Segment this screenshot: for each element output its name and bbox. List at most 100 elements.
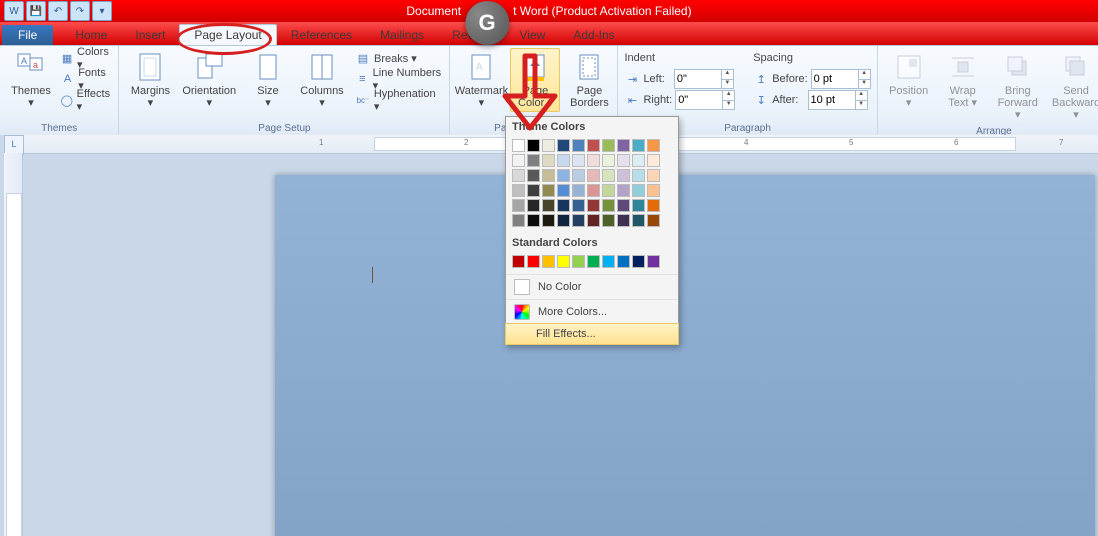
document-page[interactable] bbox=[275, 175, 1095, 536]
breaks-button[interactable]: ▤Breaks ▾ bbox=[355, 48, 443, 68]
color-swatch[interactable] bbox=[542, 154, 555, 167]
color-swatch[interactable] bbox=[572, 154, 585, 167]
tab-file[interactable]: File bbox=[2, 25, 53, 45]
color-swatch[interactable] bbox=[527, 139, 540, 152]
color-swatch[interactable] bbox=[527, 169, 540, 182]
color-swatch[interactable] bbox=[557, 255, 570, 268]
color-swatch[interactable] bbox=[512, 139, 525, 152]
theme-colors-button[interactable]: ▦Colors ▾ bbox=[60, 48, 112, 68]
color-swatch[interactable] bbox=[632, 184, 645, 197]
margins-button[interactable]: Margins▾ bbox=[125, 48, 175, 112]
color-swatch[interactable] bbox=[572, 139, 585, 152]
color-swatch[interactable] bbox=[572, 255, 585, 268]
color-swatch[interactable] bbox=[632, 255, 645, 268]
orientation-button[interactable]: Orientation▾ bbox=[179, 48, 239, 112]
watermark-button[interactable]: AWatermark▾ bbox=[456, 48, 506, 112]
spacing-before-input[interactable]: ▲▼ bbox=[811, 69, 871, 89]
color-swatch[interactable] bbox=[587, 154, 600, 167]
color-swatch[interactable] bbox=[587, 169, 600, 182]
color-swatch[interactable] bbox=[527, 255, 540, 268]
theme-effects-button[interactable]: ◯Effects ▾ bbox=[60, 90, 112, 110]
color-swatch[interactable] bbox=[617, 255, 630, 268]
page-borders-button[interactable]: Page Borders bbox=[564, 48, 614, 112]
color-swatch[interactable] bbox=[557, 184, 570, 197]
color-swatch[interactable] bbox=[647, 184, 660, 197]
app-icon[interactable]: W bbox=[4, 1, 24, 21]
indent-left-input[interactable]: ▲▼ bbox=[674, 69, 734, 89]
color-swatch[interactable] bbox=[572, 169, 585, 182]
color-swatch[interactable] bbox=[557, 139, 570, 152]
no-color-item[interactable]: No Color bbox=[506, 274, 678, 299]
color-swatch[interactable] bbox=[557, 154, 570, 167]
hyphenation-button[interactable]: bc⁻Hyphenation ▾ bbox=[355, 90, 443, 110]
color-swatch[interactable] bbox=[557, 169, 570, 182]
color-swatch[interactable] bbox=[572, 214, 585, 227]
color-swatch[interactable] bbox=[527, 199, 540, 212]
size-button[interactable]: Size▾ bbox=[243, 48, 293, 112]
color-swatch[interactable] bbox=[572, 184, 585, 197]
color-swatch[interactable] bbox=[617, 214, 630, 227]
color-swatch[interactable] bbox=[512, 255, 525, 268]
qat-customize-icon[interactable]: ▾ bbox=[92, 1, 112, 21]
color-swatch[interactable] bbox=[542, 199, 555, 212]
line-numbers-button[interactable]: ≡Line Numbers ▾ bbox=[355, 69, 443, 89]
color-swatch[interactable] bbox=[602, 199, 615, 212]
color-swatch[interactable] bbox=[557, 199, 570, 212]
tab-selector[interactable]: L bbox=[4, 135, 24, 155]
tab-references[interactable]: References bbox=[277, 25, 366, 45]
color-swatch[interactable] bbox=[617, 199, 630, 212]
color-swatch[interactable] bbox=[587, 139, 600, 152]
color-swatch[interactable] bbox=[587, 255, 600, 268]
color-swatch[interactable] bbox=[542, 139, 555, 152]
color-swatch[interactable] bbox=[617, 169, 630, 182]
grammarly-badge-icon[interactable]: G bbox=[465, 1, 509, 45]
color-swatch[interactable] bbox=[632, 154, 645, 167]
undo-icon[interactable]: ↶ bbox=[48, 1, 68, 21]
columns-button[interactable]: Columns▾ bbox=[297, 48, 347, 112]
color-swatch[interactable] bbox=[647, 139, 660, 152]
color-swatch[interactable] bbox=[542, 169, 555, 182]
color-swatch[interactable] bbox=[602, 184, 615, 197]
save-icon[interactable]: 💾 bbox=[26, 1, 46, 21]
theme-fonts-button[interactable]: AFonts ▾ bbox=[60, 69, 112, 89]
tab-home[interactable]: Home bbox=[61, 25, 121, 45]
color-swatch[interactable] bbox=[602, 214, 615, 227]
color-swatch[interactable] bbox=[617, 154, 630, 167]
spacing-after-input[interactable]: ▲▼ bbox=[808, 90, 868, 110]
color-swatch[interactable] bbox=[602, 154, 615, 167]
themes-button[interactable]: Aa Themes▾ bbox=[6, 48, 56, 112]
color-swatch[interactable] bbox=[587, 214, 600, 227]
color-swatch[interactable] bbox=[527, 154, 540, 167]
color-swatch[interactable] bbox=[602, 139, 615, 152]
color-swatch[interactable] bbox=[512, 184, 525, 197]
color-swatch[interactable] bbox=[542, 255, 555, 268]
color-swatch[interactable] bbox=[647, 169, 660, 182]
page-color-button[interactable]: Page Color ▾ bbox=[510, 48, 560, 112]
indent-right-input[interactable]: ▲▼ bbox=[675, 90, 735, 110]
color-swatch[interactable] bbox=[647, 255, 660, 268]
color-swatch[interactable] bbox=[557, 214, 570, 227]
color-swatch[interactable] bbox=[572, 199, 585, 212]
color-swatch[interactable] bbox=[542, 184, 555, 197]
more-colors-item[interactable]: More Colors... bbox=[506, 299, 678, 324]
color-swatch[interactable] bbox=[617, 184, 630, 197]
color-swatch[interactable] bbox=[542, 214, 555, 227]
color-swatch[interactable] bbox=[647, 214, 660, 227]
tab-insert[interactable]: Insert bbox=[121, 25, 179, 45]
color-swatch[interactable] bbox=[647, 199, 660, 212]
color-swatch[interactable] bbox=[527, 214, 540, 227]
color-swatch[interactable] bbox=[512, 214, 525, 227]
color-swatch[interactable] bbox=[587, 184, 600, 197]
color-swatch[interactable] bbox=[602, 169, 615, 182]
fill-effects-item[interactable]: Fill Effects... bbox=[505, 323, 679, 345]
color-swatch[interactable] bbox=[632, 139, 645, 152]
color-swatch[interactable] bbox=[632, 199, 645, 212]
color-swatch[interactable] bbox=[527, 184, 540, 197]
color-swatch[interactable] bbox=[602, 255, 615, 268]
color-swatch[interactable] bbox=[632, 169, 645, 182]
color-swatch[interactable] bbox=[587, 199, 600, 212]
color-swatch[interactable] bbox=[632, 214, 645, 227]
tab-page-layout[interactable]: Page Layout bbox=[179, 24, 276, 45]
color-swatch[interactable] bbox=[617, 139, 630, 152]
redo-icon[interactable]: ↷ bbox=[70, 1, 90, 21]
